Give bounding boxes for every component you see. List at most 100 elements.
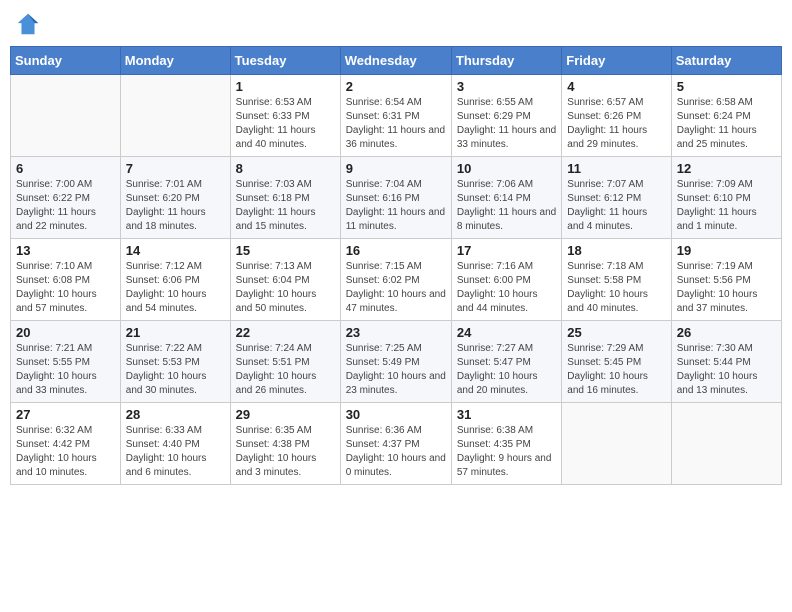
weekday-header-row: SundayMondayTuesdayWednesdayThursdayFrid… — [11, 47, 782, 75]
day-info: Sunrise: 7:06 AMSunset: 6:14 PMDaylight:… — [457, 178, 556, 234]
calendar-week-row: 20 Sunrise: 7:21 AMSunset: 5:55 PMDayligh… — [11, 321, 782, 403]
day-number: 17 — [457, 243, 556, 258]
day-number: 27 — [16, 407, 115, 422]
calendar-day-cell: 26 Sunrise: 7:30 AMSunset: 5:44 PMDayligh… — [671, 321, 781, 403]
calendar-day-cell: 22Sunrise: 7:24 AMSunset: 5:51 PMDayligh… — [230, 321, 340, 403]
day-number: 25 — [567, 325, 665, 340]
calendar-day-cell: 11 Sunrise: 7:07 AMSunset: 6:12 PMDayligh… — [562, 157, 671, 239]
calendar-day-cell: 28 Sunrise: 6:33 AMSunset: 4:40 PMDayligh… — [120, 403, 230, 485]
calendar-day-cell: 13Sunrise: 7:10 AMSunset: 6:08 PMDayligh… — [11, 239, 121, 321]
day-number: 18 — [567, 243, 665, 258]
day-number: 24 — [457, 325, 556, 340]
calendar-day-cell: 24 Sunrise: 7:27 AMSunset: 5:47 PMDayligh… — [451, 321, 561, 403]
calendar-week-row: 27 Sunrise: 6:32 AMSunset: 4:42 PMDayligh… — [11, 403, 782, 485]
day-info: Sunrise: 6:58 AMSunset: 6:24 PMDaylight:… — [677, 96, 776, 152]
day-info: Sunrise: 6:38 AMSunset: 4:35 PMDaylight:… — [457, 424, 556, 480]
calendar-week-row: 1 Sunrise: 6:53 AMSunset: 6:33 PMDaylight… — [11, 75, 782, 157]
day-number: 20 — [16, 325, 115, 340]
calendar-day-cell: 5 Sunrise: 6:58 AMSunset: 6:24 PMDaylight… — [671, 75, 781, 157]
day-info: Sunrise: 7:07 AMSunset: 6:12 PMDaylight:… — [567, 178, 665, 234]
calendar-table: SundayMondayTuesdayWednesdayThursdayFrid… — [10, 46, 782, 485]
day-number: 2 — [346, 79, 446, 94]
day-info: Sunrise: 7:03 AMSunset: 6:18 PMDaylight:… — [236, 178, 335, 234]
calendar-day-cell: 19 Sunrise: 7:19 AMSunset: 5:56 PMDayligh… — [671, 239, 781, 321]
day-number: 7 — [126, 161, 225, 176]
calendar-day-cell: 25 Sunrise: 7:29 AMSunset: 5:45 PMDayligh… — [562, 321, 671, 403]
weekday-header-cell: Thursday — [451, 47, 561, 75]
weekday-header-cell: Friday — [562, 47, 671, 75]
day-info: Sunrise: 7:04 AMSunset: 6:16 PMDaylight:… — [346, 178, 446, 234]
day-info: Sunrise: 6:55 AMSunset: 6:29 PMDaylight:… — [457, 96, 556, 152]
calendar-day-cell: 27 Sunrise: 6:32 AMSunset: 4:42 PMDayligh… — [11, 403, 121, 485]
day-number: 29 — [236, 407, 335, 422]
calendar-day-cell: 8Sunrise: 7:03 AMSunset: 6:18 PMDaylight… — [230, 157, 340, 239]
day-info: Sunrise: 7:19 AMSunset: 5:56 PMDaylight:… — [677, 260, 776, 316]
logo-icon — [14, 10, 42, 38]
calendar-day-cell: 17 Sunrise: 7:16 AMSunset: 6:00 PMDayligh… — [451, 239, 561, 321]
calendar-day-cell — [120, 75, 230, 157]
day-info: Sunrise: 7:15 AMSunset: 6:02 PMDaylight:… — [346, 260, 446, 316]
calendar-day-cell: 10 Sunrise: 7:06 AMSunset: 6:14 PMDayligh… — [451, 157, 561, 239]
day-number: 31 — [457, 407, 556, 422]
weekday-header-cell: Tuesday — [230, 47, 340, 75]
day-number: 16 — [346, 243, 446, 258]
day-info: Sunrise: 7:01 AMSunset: 6:20 PMDaylight:… — [126, 178, 225, 234]
calendar-day-cell: 3Sunrise: 6:55 AMSunset: 6:29 PMDaylight… — [451, 75, 561, 157]
day-info: Sunrise: 7:30 AMSunset: 5:44 PMDaylight:… — [677, 342, 776, 398]
day-number: 13 — [16, 243, 115, 258]
calendar-day-cell — [671, 403, 781, 485]
calendar-day-cell: 15Sunrise: 7:13 AMSunset: 6:04 PMDayligh… — [230, 239, 340, 321]
day-info: Sunrise: 6:36 AMSunset: 4:37 PMDaylight:… — [346, 424, 446, 480]
day-number: 21 — [126, 325, 225, 340]
day-number: 5 — [677, 79, 776, 94]
day-info: Sunrise: 6:33 AMSunset: 4:40 PMDaylight:… — [126, 424, 225, 480]
calendar-day-cell: 6 Sunrise: 7:00 AMSunset: 6:22 PMDaylight… — [11, 157, 121, 239]
day-number: 15 — [236, 243, 335, 258]
logo — [14, 10, 46, 38]
day-info: Sunrise: 7:12 AMSunset: 6:06 PMDaylight:… — [126, 260, 225, 316]
calendar-week-row: 13Sunrise: 7:10 AMSunset: 6:08 PMDayligh… — [11, 239, 782, 321]
calendar-day-cell: 20 Sunrise: 7:21 AMSunset: 5:55 PMDayligh… — [11, 321, 121, 403]
calendar-day-cell: 29 Sunrise: 6:35 AMSunset: 4:38 PMDayligh… — [230, 403, 340, 485]
calendar-day-cell: 16 Sunrise: 7:15 AMSunset: 6:02 PMDayligh… — [340, 239, 451, 321]
day-info: Sunrise: 7:21 AMSunset: 5:55 PMDaylight:… — [16, 342, 115, 398]
day-info: Sunrise: 7:27 AMSunset: 5:47 PMDaylight:… — [457, 342, 556, 398]
day-info: Sunrise: 7:29 AMSunset: 5:45 PMDaylight:… — [567, 342, 665, 398]
day-number: 30 — [346, 407, 446, 422]
day-number: 10 — [457, 161, 556, 176]
day-info: Sunrise: 6:53 AMSunset: 6:33 PMDaylight:… — [236, 96, 335, 152]
weekday-header-cell: Saturday — [671, 47, 781, 75]
calendar-day-cell: 21 Sunrise: 7:22 AMSunset: 5:53 PMDayligh… — [120, 321, 230, 403]
calendar-day-cell — [11, 75, 121, 157]
calendar-body: 1 Sunrise: 6:53 AMSunset: 6:33 PMDaylight… — [11, 75, 782, 485]
calendar-day-cell: 23Sunrise: 7:25 AMSunset: 5:49 PMDayligh… — [340, 321, 451, 403]
calendar-day-cell: 4Sunrise: 6:57 AMSunset: 6:26 PMDaylight… — [562, 75, 671, 157]
day-number: 6 — [16, 161, 115, 176]
calendar-day-cell: 31 Sunrise: 6:38 AMSunset: 4:35 PMDayligh… — [451, 403, 561, 485]
day-number: 26 — [677, 325, 776, 340]
day-info: Sunrise: 7:22 AMSunset: 5:53 PMDaylight:… — [126, 342, 225, 398]
calendar-day-cell: 2 Sunrise: 6:54 AMSunset: 6:31 PMDaylight… — [340, 75, 451, 157]
day-number: 12 — [677, 161, 776, 176]
weekday-header-cell: Sunday — [11, 47, 121, 75]
day-info: Sunrise: 6:54 AMSunset: 6:31 PMDaylight:… — [346, 96, 446, 152]
day-number: 11 — [567, 161, 665, 176]
day-number: 14 — [126, 243, 225, 258]
day-info: Sunrise: 7:16 AMSunset: 6:00 PMDaylight:… — [457, 260, 556, 316]
calendar-day-cell: 9Sunrise: 7:04 AMSunset: 6:16 PMDaylight… — [340, 157, 451, 239]
weekday-header-cell: Wednesday — [340, 47, 451, 75]
calendar-day-cell: 7 Sunrise: 7:01 AMSunset: 6:20 PMDaylight… — [120, 157, 230, 239]
day-info: Sunrise: 7:25 AMSunset: 5:49 PMDaylight:… — [346, 342, 446, 398]
day-number: 28 — [126, 407, 225, 422]
calendar-day-cell: 1 Sunrise: 6:53 AMSunset: 6:33 PMDaylight… — [230, 75, 340, 157]
day-info: Sunrise: 7:00 AMSunset: 6:22 PMDaylight:… — [16, 178, 115, 234]
calendar-day-cell: 18 Sunrise: 7:18 AMSunset: 5:58 PMDayligh… — [562, 239, 671, 321]
day-info: Sunrise: 6:35 AMSunset: 4:38 PMDaylight:… — [236, 424, 335, 480]
day-info: Sunrise: 6:32 AMSunset: 4:42 PMDaylight:… — [16, 424, 115, 480]
day-info: Sunrise: 7:24 AMSunset: 5:51 PMDaylight:… — [236, 342, 335, 398]
day-info: Sunrise: 7:09 AMSunset: 6:10 PMDaylight:… — [677, 178, 776, 234]
day-number: 19 — [677, 243, 776, 258]
calendar-day-cell: 12 Sunrise: 7:09 AMSunset: 6:10 PMDayligh… — [671, 157, 781, 239]
day-number: 1 — [236, 79, 335, 94]
day-info: Sunrise: 7:18 AMSunset: 5:58 PMDaylight:… — [567, 260, 665, 316]
